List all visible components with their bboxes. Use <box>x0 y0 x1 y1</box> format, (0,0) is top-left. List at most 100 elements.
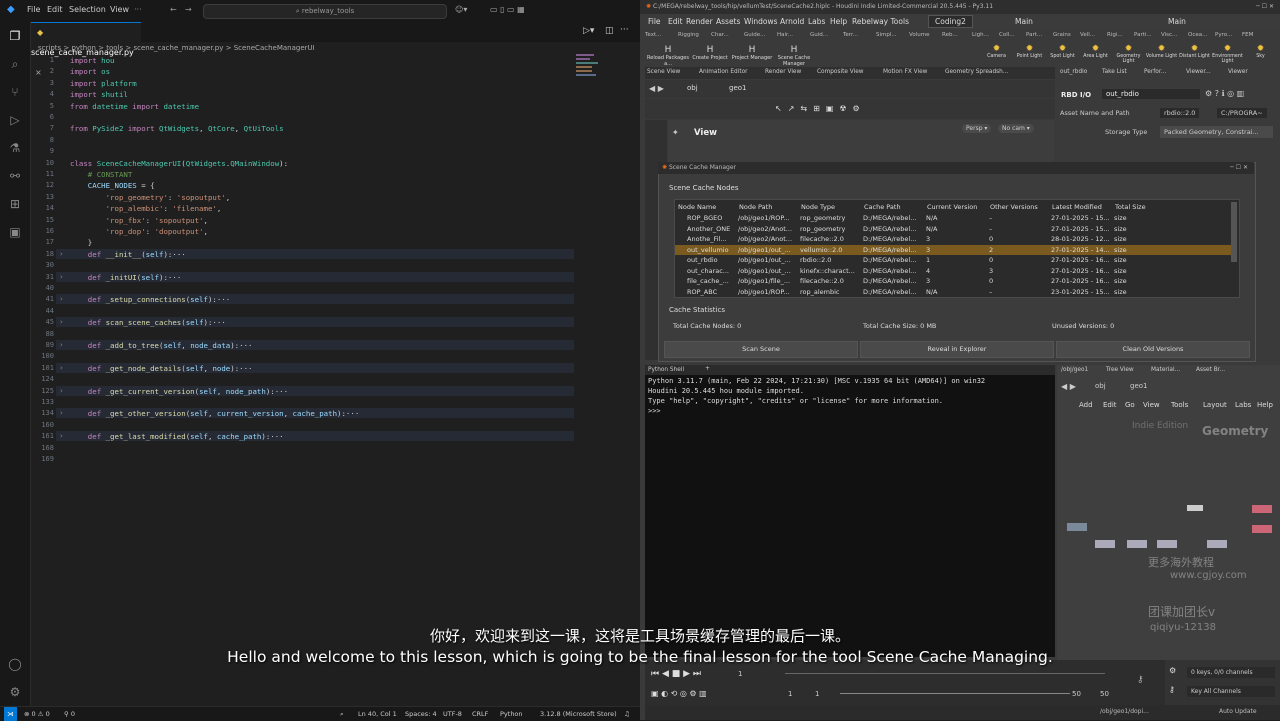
table-row[interactable]: file_cache_... /obj/geo1/file_... filecach… <box>675 276 1231 287</box>
key-icon[interactable]: ⚷ <box>1137 675 1144 685</box>
code-line[interactable]: 'rop_fbx': 'sopoutput', <box>70 216 208 225</box>
hmenu-edit[interactable]: Edit <box>668 17 683 26</box>
add-tab-icon[interactable]: + <box>705 366 710 372</box>
network-menu-item[interactable]: View <box>1143 401 1160 409</box>
network-menu-item[interactable]: Tools <box>1171 401 1188 409</box>
network-tab[interactable]: /obj/geo1 <box>1061 367 1088 373</box>
line-endings[interactable]: CRLF <box>472 710 488 718</box>
code-line[interactable]: def __init__(self):··· <box>70 250 186 259</box>
more-actions-icon[interactable]: ··· <box>620 25 629 35</box>
code-line[interactable]: 'rop_geometry': 'sopoutput', <box>70 193 231 202</box>
shelf-tab[interactable]: Guide... <box>744 32 765 38</box>
search-icon[interactable]: ⌕ <box>7 56 23 72</box>
desktop-selector[interactable]: Coding2 <box>928 15 973 28</box>
right-shelf-tab[interactable]: Grains <box>1053 32 1071 38</box>
code-line[interactable]: # CONSTANT <box>70 170 133 179</box>
menu-selection[interactable]: Selection <box>69 5 106 14</box>
window-controls-icon[interactable]: ─ ☐ ✕ <box>1230 162 1248 174</box>
network-tab[interactable]: Material... <box>1151 367 1180 373</box>
code-line[interactable]: def _get_current_version(self, node_path… <box>70 387 288 396</box>
range-slider[interactable] <box>840 693 1070 694</box>
code-line[interactable]: def _add_to_tree(self, node_data):··· <box>70 341 253 350</box>
shelf-light-button[interactable]: ✹ Spot Light <box>1046 44 1079 59</box>
right-shelf-tab[interactable]: Ligh... <box>972 32 989 38</box>
back-icon[interactable]: ◀ ▶ <box>1061 382 1076 391</box>
key-all-icon[interactable]: ⚷ <box>1169 685 1175 694</box>
shelf-light-button[interactable]: ✹ Camera <box>980 44 1013 59</box>
code-line[interactable]: CACHE_NODES = { <box>70 181 155 190</box>
path-geo1[interactable]: geo1 <box>729 84 747 92</box>
network-menu-item[interactable]: Go <box>1125 401 1135 409</box>
playback-controls-icon[interactable]: ⏮ ◀ ■ ▶ ⏭ <box>651 669 701 679</box>
network-node[interactable] <box>1067 523 1087 531</box>
network-node[interactable] <box>1095 540 1115 548</box>
table-row[interactable]: out_rbdio/obj/geo1/out_... rbdio::2.0 D:/M… <box>675 255 1231 266</box>
fold-chevron-icon[interactable]: › <box>60 318 63 326</box>
shelf-light-button[interactable]: ✹ Point Light <box>1013 44 1046 59</box>
hmenu-assets[interactable]: Assets <box>716 17 740 26</box>
net-path-geo1[interactable]: geo1 <box>1130 382 1148 390</box>
network-tab[interactable]: Tree View <box>1106 367 1134 373</box>
fold-chevron-icon[interactable]: › <box>60 387 63 395</box>
forward-icon[interactable]: → <box>185 5 192 14</box>
fold-chevron-icon[interactable]: › <box>60 295 63 303</box>
pane-tab[interactable]: Render View <box>765 69 801 75</box>
back-icon[interactable]: ◀ ▶ <box>649 84 664 93</box>
asset-name[interactable]: rbdio::2.0 <box>1160 108 1200 118</box>
pane-tab[interactable]: Animation Editor <box>699 69 748 75</box>
right-shelf-tab[interactable]: Visc... <box>1161 32 1177 38</box>
table-row[interactable]: out_vellumio/obj/geo1/out_... vellumio::2… <box>675 244 1231 255</box>
network-menu-item[interactable]: Add <box>1079 401 1093 409</box>
network-node[interactable] <box>1207 540 1227 548</box>
ports-count[interactable]: ⚲ 0 <box>64 710 75 718</box>
shelf-tab[interactable]: Text... <box>645 32 661 38</box>
editor-tab-scene-cache-manager[interactable]: ◆ scene_cache_manager.py × <box>31 22 141 77</box>
hmenu-labs[interactable]: Labs <box>808 17 825 26</box>
shelf-reload-packages[interactable]: H Reload Packages a... <box>647 45 689 67</box>
channel-icon[interactable]: ⚙ <box>1169 666 1176 675</box>
settings-gear-icon[interactable]: ⚙ <box>7 684 23 700</box>
python-shell-label[interactable]: Python Shell <box>648 367 684 373</box>
shell-prompt[interactable]: >>> <box>648 407 661 415</box>
shelf-project-manager[interactable]: H Project Manager <box>731 45 773 61</box>
column-header[interactable]: Node Name <box>678 203 716 211</box>
shelf-tab[interactable]: Volume <box>909 32 929 38</box>
shelf-light-button[interactable]: ✹ Geometry Light <box>1112 44 1145 64</box>
shelf-tab[interactable]: Simpl... <box>876 32 897 38</box>
column-header[interactable]: Node Type <box>801 203 835 211</box>
shelf-tab[interactable]: Reb... <box>942 32 958 38</box>
run-icon[interactable]: ▷▾ <box>583 26 594 36</box>
table-scrollbar[interactable] <box>1231 202 1237 262</box>
network-menu-item[interactable]: Edit <box>1103 401 1117 409</box>
pane-tab[interactable]: Composite View <box>817 69 864 75</box>
menu-edit[interactable]: Edit <box>47 5 63 14</box>
column-header[interactable]: Latest Modified <box>1052 203 1102 211</box>
fold-chevron-icon[interactable]: › <box>60 364 63 372</box>
run-debug-icon[interactable]: ▷ <box>7 112 23 128</box>
asset-path[interactable]: C:/PROGRA~ <box>1217 108 1267 118</box>
column-header[interactable]: Current Version <box>927 203 977 211</box>
shelf-tab[interactable]: Terr... <box>843 32 858 38</box>
fold-chevron-icon[interactable]: › <box>60 273 63 281</box>
hmenu-help[interactable]: Help <box>830 17 847 26</box>
code-line[interactable]: import platform <box>70 79 137 88</box>
language-mode[interactable]: Python <box>500 710 523 718</box>
docker-icon[interactable]: ▣ <box>7 224 23 240</box>
zoom-icon[interactable]: ⌕ <box>340 710 344 719</box>
source-control-icon[interactable]: ⑂ <box>7 84 23 100</box>
reveal-in-explorer-button[interactable]: Reveal in Explorer <box>860 341 1054 358</box>
command-center-search[interactable]: ⌕ rebelway_tools <box>203 4 447 19</box>
hmenu-render[interactable]: Render <box>686 17 713 26</box>
extensions-icon[interactable]: ⊞ <box>7 196 23 212</box>
cursor-position[interactable]: Ln 40, Col 1 <box>358 710 397 718</box>
timeline[interactable]: ⏮ ◀ ■ ▶ ⏭ 1 ▣ ◐ ⟲ ◎ ⚙ ▥ 1 1 50 50 ⚷ <box>645 660 1165 705</box>
shelf-tab[interactable]: Char... <box>711 32 729 38</box>
shelf-tab[interactable]: Guid... <box>810 32 828 38</box>
testing-icon[interactable]: ⚗ <box>7 140 23 156</box>
code-line[interactable]: class SceneCacheManagerUI(QtWidgets.QMai… <box>70 159 288 168</box>
column-header[interactable]: Total Size <box>1115 203 1146 211</box>
node-name-field[interactable]: out_rbdio <box>1102 89 1200 99</box>
params-tab[interactable]: Viewer... <box>1186 69 1211 75</box>
shelf-light-button[interactable]: ✹ Sky <box>1244 44 1277 59</box>
shelf-tab[interactable]: Hair... <box>777 32 793 38</box>
